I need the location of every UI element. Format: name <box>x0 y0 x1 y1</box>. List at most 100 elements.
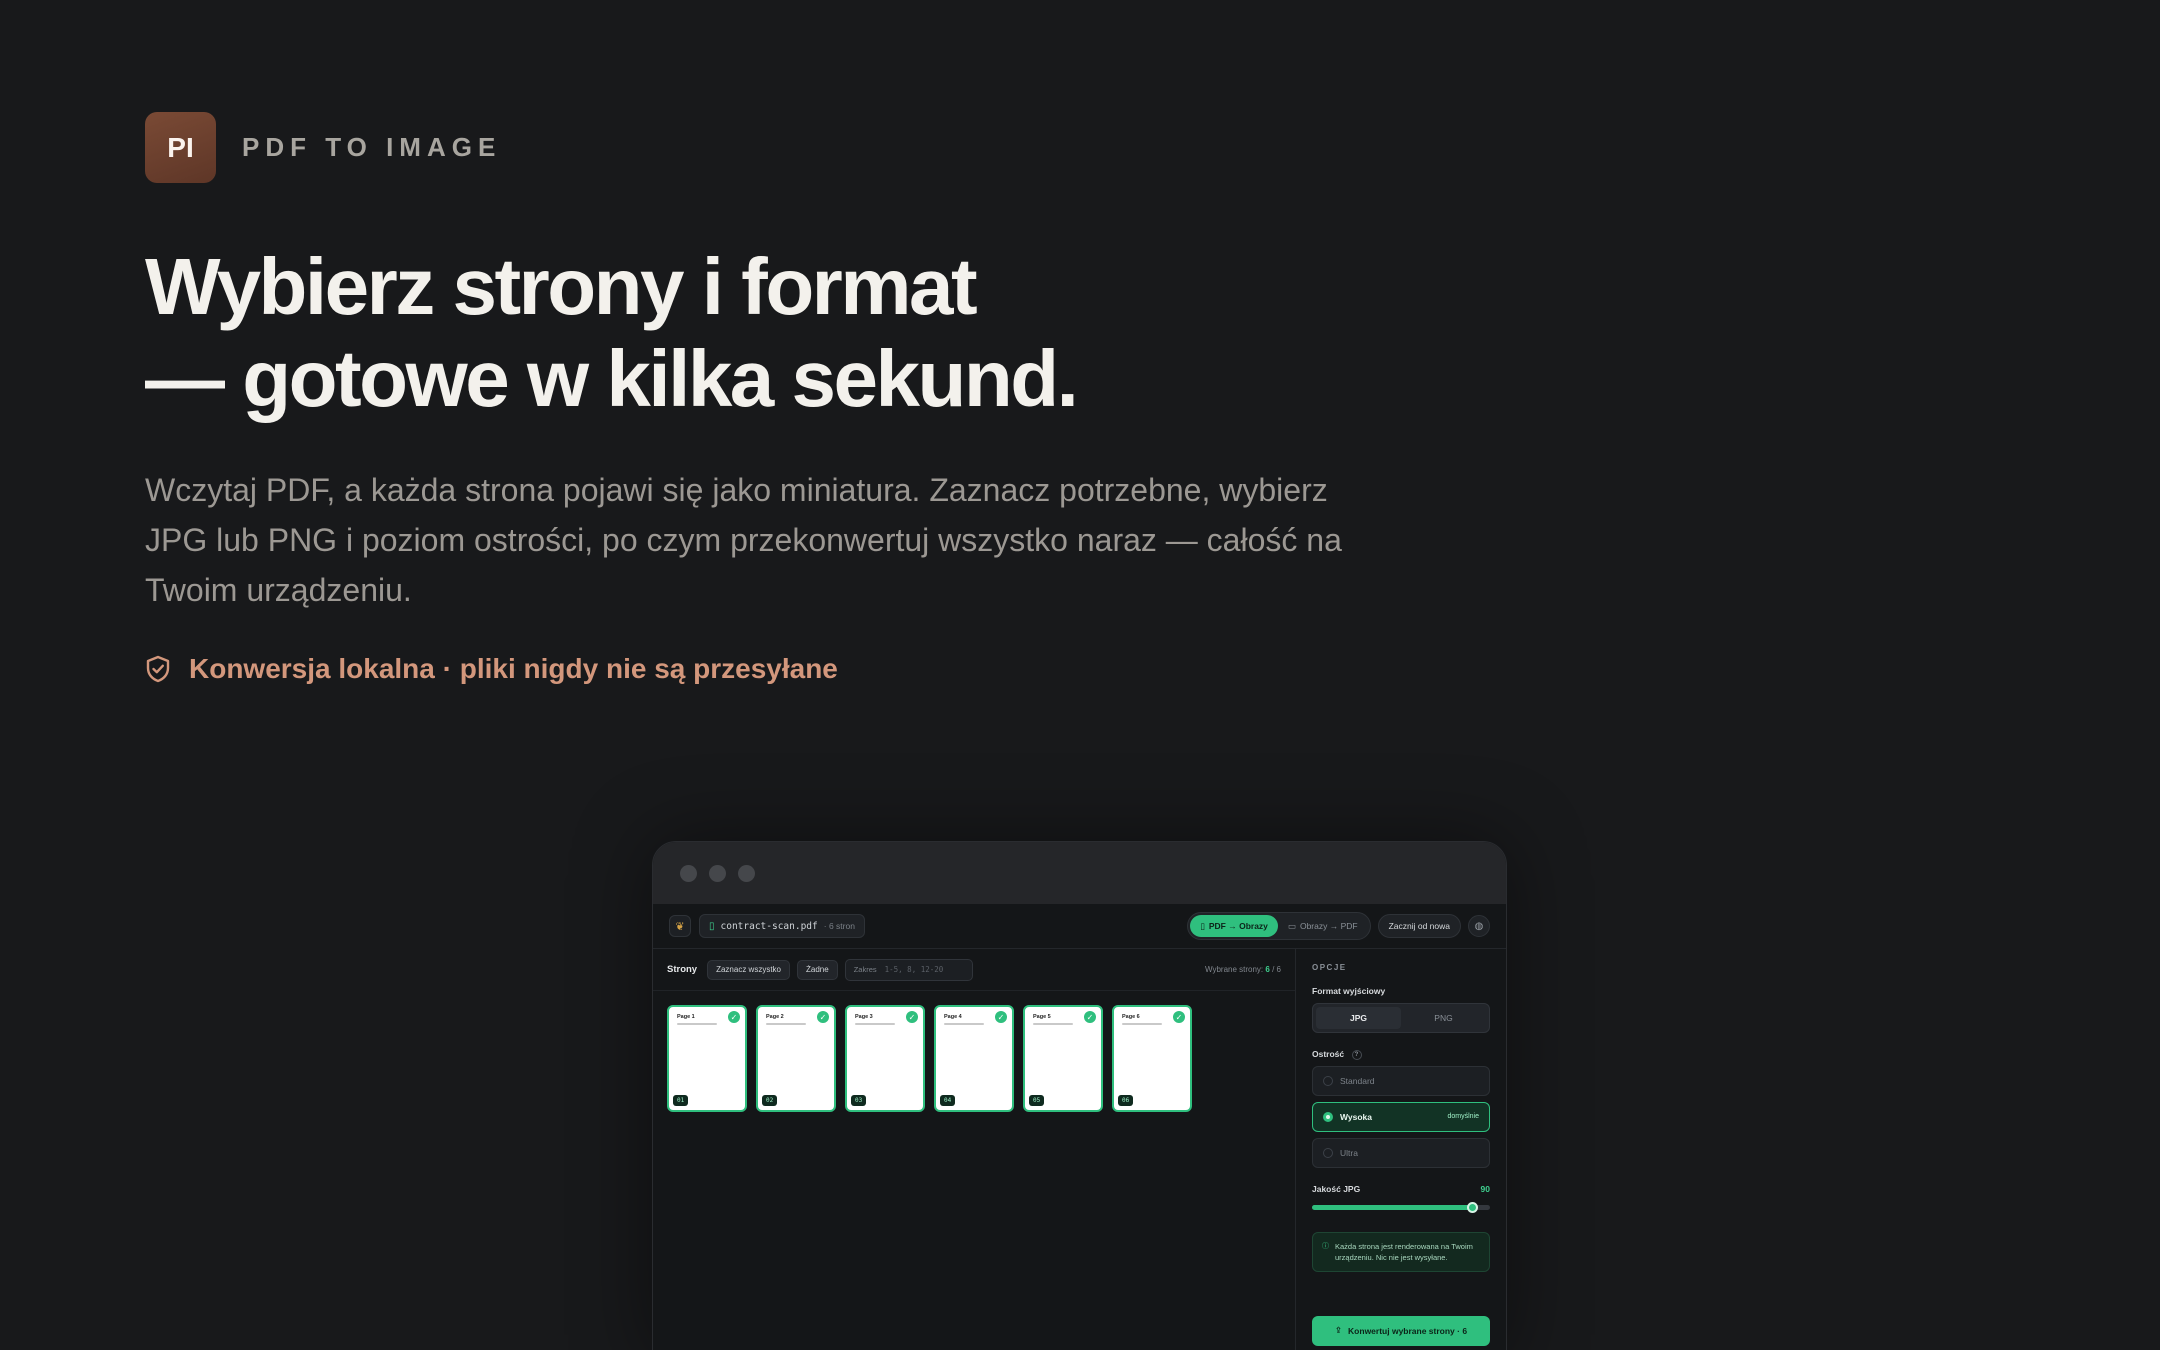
page-thumbnail-title: Page 5 <box>1033 1014 1051 1020</box>
headline-line-2: — gotowe w kilka sekund. <box>145 334 1079 423</box>
format-label: Format wyjściowy <box>1312 986 1386 996</box>
page-thumbnail[interactable]: Page 1 ✓ 01 <box>667 1005 747 1112</box>
page-text-line <box>677 1023 717 1025</box>
radio-icon <box>1323 1147 1333 1158</box>
page-thumbnail-title: Page 4 <box>944 1014 962 1020</box>
sharpness-label: Ostrość <box>1312 1049 1345 1059</box>
page-thumbnail-title: Page 1 <box>677 1014 695 1020</box>
select-none-button[interactable]: Żadne <box>797 959 838 980</box>
image-icon: ▭ <box>1287 920 1296 931</box>
check-icon: ✓ <box>728 1011 740 1023</box>
page-number-badge: 06 <box>1118 1095 1134 1106</box>
page-text-line <box>766 1023 806 1025</box>
file-chip[interactable]: ▯ contract-scan.pdf · 6 stron <box>699 914 865 938</box>
restart-button[interactable]: Zacznij od nowa <box>1377 914 1461 938</box>
headline-line-1: Wybierz strony i format <box>145 242 978 331</box>
page-number-badge: 05 <box>1029 1095 1045 1106</box>
convert-button-label: Konwertuj wybrane strony · 6 <box>1348 1325 1468 1336</box>
privacy-badge: Konwersja lokalna · pliki nigdy nie są p… <box>145 653 1545 685</box>
page-thumbnail[interactable]: Page 4 ✓ 04 <box>934 1005 1014 1112</box>
radio-icon <box>1323 1075 1333 1086</box>
check-icon: ✓ <box>1173 1011 1185 1023</box>
window-maximize-dot[interactable] <box>738 864 755 882</box>
page-thumbnail[interactable]: Page 6 ✓ 06 <box>1112 1005 1192 1112</box>
file-page-count: · 6 stron <box>823 921 855 931</box>
app-preview-window: ❦ ▯ contract-scan.pdf · 6 stron ▯ PDF → … <box>652 841 1507 1350</box>
quality-row: Jakość JPG 90 <box>1312 1184 1490 1194</box>
format-jpg-button[interactable]: JPG <box>1316 1007 1401 1029</box>
page-text-line <box>944 1023 984 1025</box>
page-thumbnail-title: Page 3 <box>855 1014 873 1020</box>
range-input[interactable]: Zakres 1-5, 8, 12-20 <box>844 958 973 981</box>
quality-label: Jakość JPG <box>1312 1183 1361 1194</box>
convert-button[interactable]: ⇪ Konwertuj wybrane strony · 6 <box>1312 1315 1490 1346</box>
brand-name: PDF TO IMAGE <box>242 132 502 162</box>
lead-paragraph: Wczytaj PDF, a każda strona pojawi się j… <box>145 472 1342 608</box>
sharpness-option-high[interactable]: Wysoka domyślnie <box>1312 1101 1490 1132</box>
check-icon: ✓ <box>817 1011 829 1023</box>
hero: PI PDF TO IMAGE Wybierz strony i format … <box>145 112 1545 685</box>
language-globe-icon[interactable]: ◍ <box>1468 915 1490 937</box>
quality-slider[interactable] <box>1312 1201 1490 1213</box>
select-all-button[interactable]: Zaznacz wszystko <box>707 959 790 980</box>
default-tag: domyślnie <box>1447 1113 1479 1121</box>
file-icon: ▯ <box>709 920 715 932</box>
page-thumbnails: Page 1 ✓ 01 Page 2 ✓ 02 Page 3 ✓ 03 Page… <box>653 991 1295 1126</box>
options-panel: OPCJE Format wyjściowy JPG PNG Ostrość ?… <box>1296 949 1506 1350</box>
app-logo-icon: ❦ <box>669 915 691 937</box>
info-text: Każda strona jest renderowana na Twoim u… <box>1335 1241 1473 1262</box>
sharpness-label-row: Ostrość ? <box>1312 1049 1490 1060</box>
pages-toolbar: Strony Zaznacz wszystko Żadne Zakres 1-5… <box>653 949 1295 991</box>
options-heading: OPCJE <box>1312 963 1347 972</box>
check-icon: ✓ <box>995 1011 1007 1023</box>
range-placeholder: 1-5, 8, 12-20 <box>884 965 944 974</box>
brand: PI PDF TO IMAGE <box>145 112 1545 183</box>
page-thumbnail-title: Page 6 <box>1122 1014 1140 1020</box>
sharpness-option-ultra[interactable]: Ultra <box>1312 1137 1490 1168</box>
app-content: Strony Zaznacz wszystko Żadne Zakres 1-5… <box>653 949 1506 1350</box>
file-icon: ▯ <box>1200 920 1205 931</box>
sharpness-option-standard[interactable]: Standard <box>1312 1065 1490 1096</box>
mode-images-to-pdf[interactable]: ▭ Obrazy → PDF <box>1278 915 1368 937</box>
page-text-line <box>855 1023 895 1025</box>
selected-pages-label: Wybrane strony: <box>1204 965 1264 974</box>
page-thumbnail[interactable]: Page 2 ✓ 02 <box>756 1005 836 1112</box>
format-png-button[interactable]: PNG <box>1401 1007 1486 1029</box>
help-icon[interactable]: ? <box>1351 1049 1362 1060</box>
pages-title: Strony <box>667 964 698 975</box>
mode-pdf-to-images-label: PDF → Obrazy <box>1208 921 1268 931</box>
window-close-dot[interactable] <box>680 864 697 882</box>
page-number-badge: 03 <box>851 1095 867 1106</box>
app-header: ❦ ▯ contract-scan.pdf · 6 stron ▯ PDF → … <box>653 904 1506 949</box>
radio-selected-icon <box>1323 1111 1333 1122</box>
page-thumbnail[interactable]: Page 5 ✓ 05 <box>1023 1005 1103 1112</box>
info-icon: ⓘ <box>1322 1242 1329 1250</box>
page-thumbnail-title: Page 2 <box>766 1014 784 1020</box>
mode-images-to-pdf-label: Obrazy → PDF <box>1299 921 1358 931</box>
range-label: Zakres <box>853 965 877 974</box>
pages-panel: Strony Zaznacz wszystko Żadne Zakres 1-5… <box>653 949 1296 1350</box>
window-titlebar <box>653 842 1506 904</box>
selected-pages-counter: Wybrane strony: 6 / 6 <box>1205 965 1281 974</box>
page-text-line <box>1122 1023 1162 1025</box>
mode-switch: ▯ PDF → Obrazy ▭ Obrazy → PDF <box>1187 912 1371 940</box>
selected-pages-count: 6 <box>1265 965 1270 974</box>
info-box: ⓘ Każda strona jest renderowana na Twoim… <box>1312 1231 1490 1272</box>
page-text-line <box>1033 1023 1073 1025</box>
window-minimize-dot[interactable] <box>709 864 726 882</box>
quality-slider-handle[interactable] <box>1467 1201 1479 1213</box>
sharpness-option-label: Standard <box>1340 1075 1375 1086</box>
selected-pages-separator: / <box>1272 965 1275 974</box>
quality-slider-fill <box>1312 1204 1473 1210</box>
page-number-badge: 01 <box>673 1095 689 1106</box>
brand-logo: PI <box>145 112 216 183</box>
page-thumbnail[interactable]: Page 3 ✓ 03 <box>845 1005 925 1112</box>
sharpness-option-label: Ultra <box>1340 1147 1358 1158</box>
check-icon: ✓ <box>906 1011 918 1023</box>
page-number-badge: 02 <box>762 1095 778 1106</box>
file-name: contract-scan.pdf <box>720 920 818 932</box>
sharpness-option-label: Wysoka <box>1340 1111 1372 1122</box>
shield-check-icon <box>145 655 171 683</box>
mode-pdf-to-images[interactable]: ▯ PDF → Obrazy <box>1190 915 1278 937</box>
quality-value: 90 <box>1480 1183 1490 1194</box>
